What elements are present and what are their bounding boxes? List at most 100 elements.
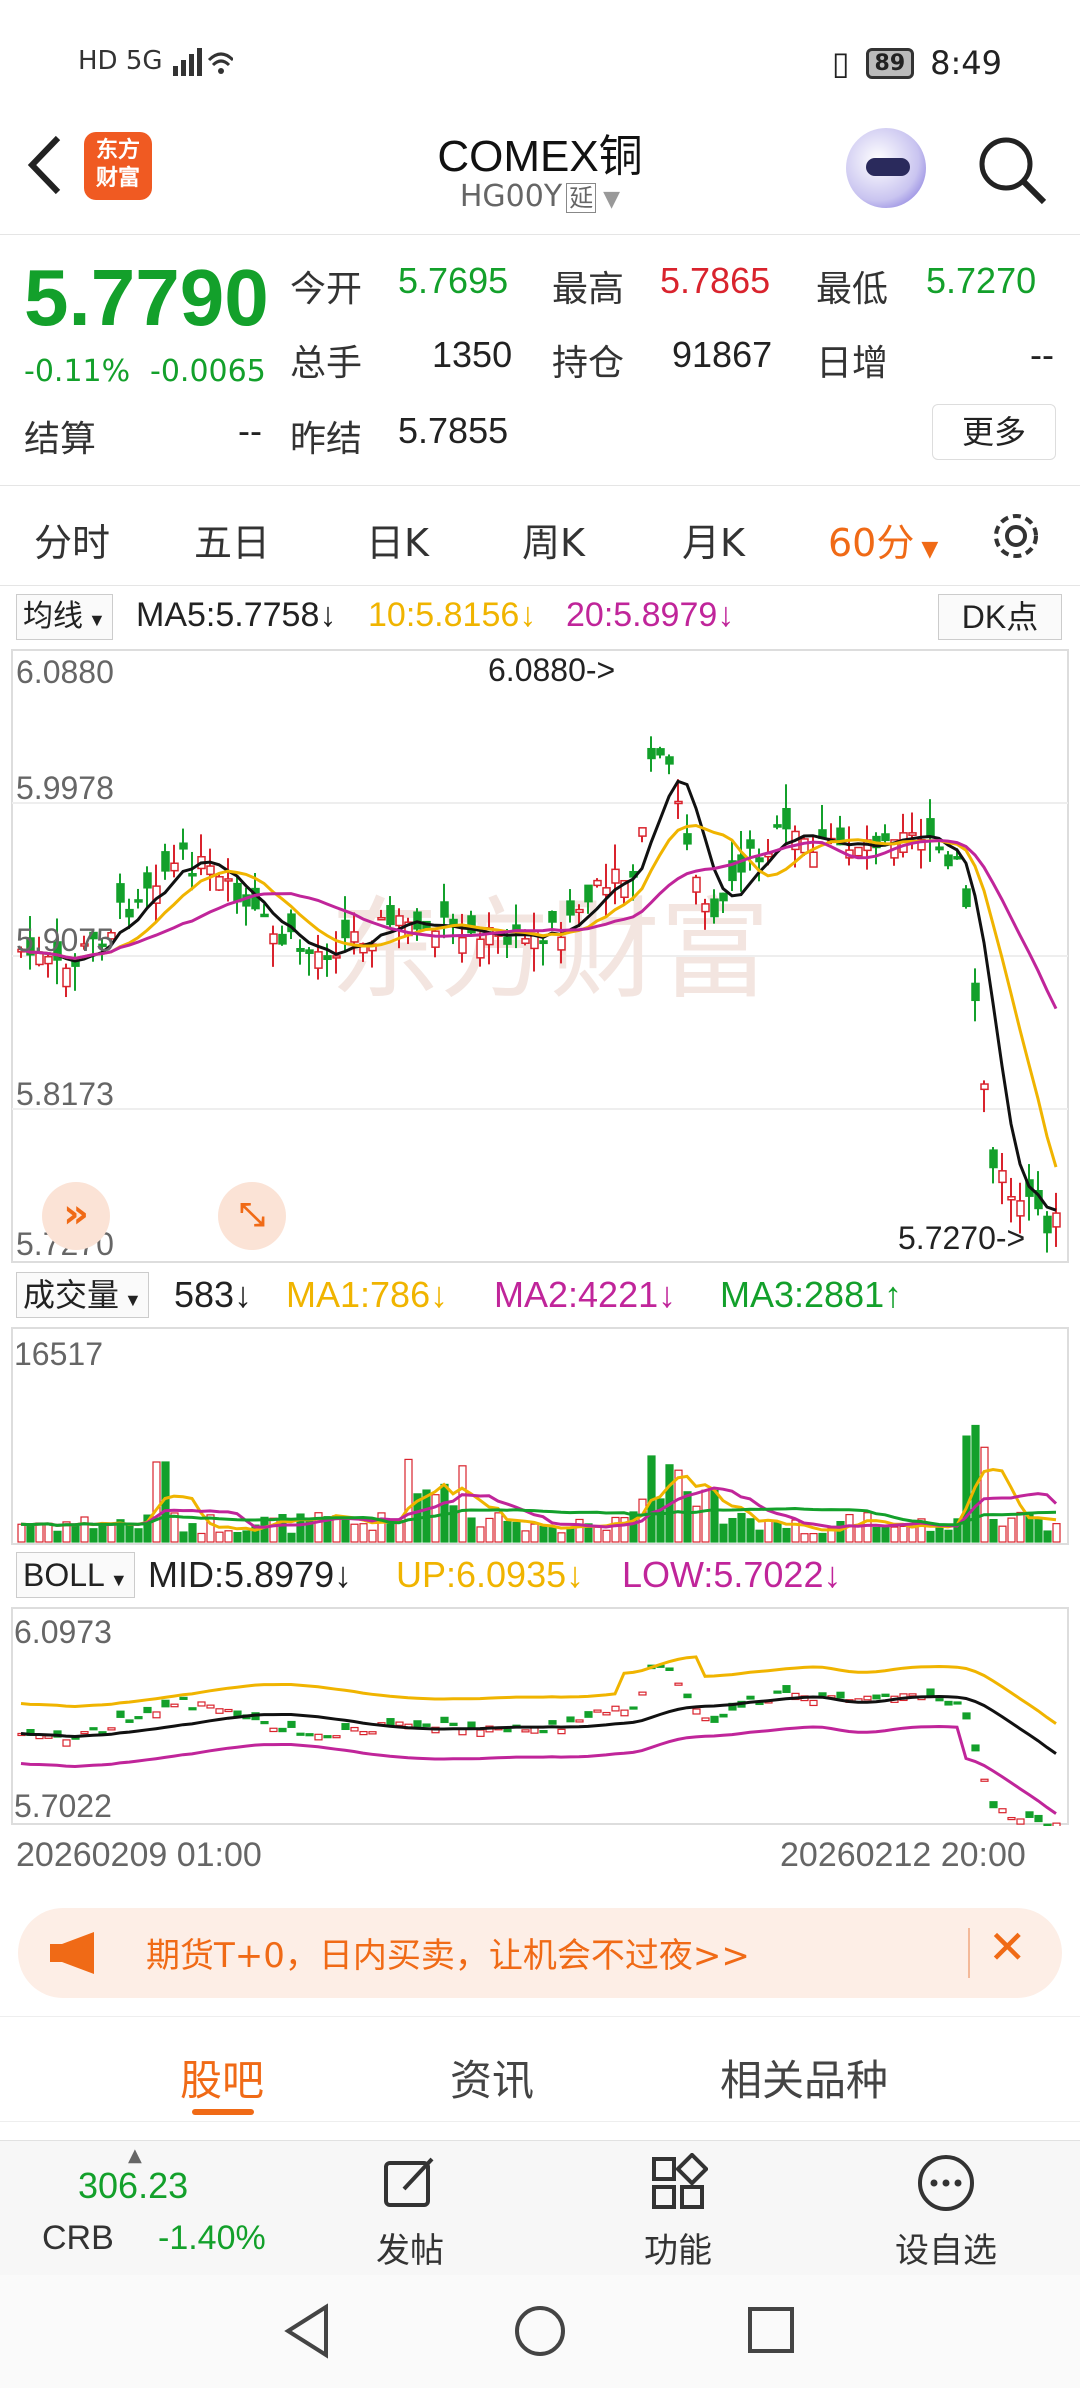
volume-bar — [269, 1517, 278, 1543]
functions-button[interactable]: 功能 — [608, 2152, 748, 2272]
boll-candle — [287, 1720, 296, 1728]
volume-bar — [908, 1526, 917, 1543]
candlestick-chart[interactable]: 东方财富 — [0, 648, 1080, 1264]
volume-bar — [188, 1523, 197, 1543]
boll-candle — [980, 1778, 989, 1782]
boll-selector-button[interactable]: BOLL ▼ — [16, 1552, 135, 1598]
search-icon[interactable] — [972, 130, 1052, 210]
tab-monthly-k[interactable]: 月K — [682, 512, 745, 567]
boll-candle — [584, 1711, 593, 1718]
volume-bar — [152, 1461, 161, 1543]
candle-body — [341, 919, 350, 939]
volume-bar — [818, 1532, 827, 1543]
tab-forum[interactable]: 股吧 — [180, 2047, 264, 2108]
crb-percent[interactable]: -1.40% — [158, 2219, 266, 2258]
tab-weekly-k[interactable]: 周K — [522, 512, 585, 567]
crb-name[interactable]: CRB — [42, 2219, 114, 2258]
candle-body — [134, 899, 143, 903]
boll-candle — [953, 1701, 962, 1705]
volume-bar — [530, 1523, 539, 1543]
volume-bar — [1016, 1511, 1025, 1543]
high-marker: 6.0880-> — [488, 652, 616, 688]
volume-bar — [746, 1518, 755, 1543]
volume-bar — [80, 1516, 89, 1543]
system-navigation-bar — [0, 2275, 1080, 2388]
volume-bar — [548, 1525, 557, 1543]
tab-related[interactable]: 相关品种 — [720, 2047, 888, 2108]
nav-back-icon[interactable] — [282, 2303, 332, 2359]
ma10-value: 10:5.8156↓ — [368, 596, 537, 634]
candle-body — [710, 898, 719, 918]
tab-60min-label: 60分 — [828, 521, 915, 565]
ma-selector-button[interactable]: 均线 ▼ — [16, 594, 113, 640]
boll-candle — [719, 1713, 728, 1718]
volume-bar — [701, 1489, 710, 1543]
boll-candle — [179, 1696, 188, 1700]
prev-settle-label: 昨结 — [290, 419, 363, 460]
candle-body — [584, 884, 593, 903]
volume-ma3: MA3:2881↑ — [720, 1274, 903, 1315]
boll-candle — [458, 1728, 467, 1736]
fullscreen-icon[interactable]: ⤡ — [218, 1182, 286, 1250]
app-logo[interactable]: 东方 财富 — [84, 132, 152, 200]
functions-label: 功能 — [644, 2231, 712, 2271]
tab-five-day[interactable]: 五日 — [194, 512, 270, 567]
delay-tag: 延 — [566, 183, 597, 213]
status-bar: HD 5G ▯ 89 8:49 — [0, 0, 1080, 120]
volume-selector-button[interactable]: 成交量 ▼ — [16, 1272, 149, 1318]
volume-bar — [575, 1518, 584, 1543]
more-button[interactable]: 更多 — [932, 404, 1056, 460]
day-inc-value: -- — [1030, 334, 1054, 375]
tab-daily-k[interactable]: 日K — [366, 512, 429, 567]
ma20-value: 20:5.8979↓ — [566, 596, 735, 634]
megaphone-icon — [50, 1932, 94, 1974]
tab-intraday[interactable]: 分时 — [34, 512, 110, 567]
boll-candle — [1052, 1822, 1061, 1826]
promo-banner[interactable]: 期货T+0，日内买卖，让机会不过夜>> ✕ — [18, 1908, 1062, 1998]
add-watchlist-button[interactable]: 设自选 — [876, 2153, 1016, 2272]
content-tabs: 股吧 资讯 相关品种 — [0, 2016, 1080, 2122]
post-button[interactable]: 发帖 — [340, 2153, 480, 2272]
boll-candle — [107, 1727, 116, 1731]
back-arrow-icon[interactable] — [20, 130, 70, 200]
volume-bar — [683, 1491, 692, 1543]
low-value: 5.7270 — [926, 260, 1037, 301]
boll-candle — [449, 1722, 458, 1727]
contract-selector[interactable]: HG00Y 延 ▼ — [340, 178, 740, 214]
dk-point-button[interactable]: DK点 — [938, 594, 1062, 640]
period-tabs: 分时 五日 日K 周K 月K 60分 ▼ — [0, 486, 1080, 586]
volume-bar — [476, 1526, 485, 1543]
nav-home-icon[interactable] — [512, 2303, 568, 2359]
volume-bar — [431, 1494, 440, 1543]
volume-bar — [926, 1530, 935, 1543]
candle-body — [737, 854, 746, 873]
candle-body — [557, 936, 566, 951]
volume-bar — [467, 1517, 476, 1543]
assistant-robot-icon[interactable] — [846, 128, 926, 208]
volume-bar — [494, 1512, 503, 1543]
volume-chart[interactable] — [0, 1326, 1080, 1546]
volume-bar — [962, 1435, 971, 1543]
candle-body — [656, 748, 665, 756]
y-axis-label-3: 5.9075 — [16, 922, 114, 958]
boll-candle — [80, 1731, 89, 1735]
nav-recents-icon[interactable] — [746, 2305, 796, 2355]
volume-bar — [224, 1530, 233, 1543]
candle-body — [170, 862, 179, 872]
boll-candle — [773, 1690, 782, 1694]
volume-bar — [485, 1517, 494, 1543]
gear-icon[interactable] — [988, 508, 1044, 564]
tab-news[interactable]: 资讯 — [450, 2047, 534, 2108]
logo-text-2: 财富 — [95, 166, 140, 191]
tab-60min[interactable]: 60分 ▼ — [828, 512, 938, 567]
boll-chart[interactable] — [0, 1606, 1080, 1826]
crb-value[interactable]: 306.23 — [78, 2165, 188, 2207]
boll-candle — [971, 1744, 980, 1752]
expand-sidebar-icon[interactable]: » — [42, 1182, 110, 1250]
candle-body — [512, 924, 521, 931]
volume-bar — [134, 1528, 143, 1543]
close-icon[interactable]: ✕ — [988, 1920, 1027, 1974]
candle-body — [755, 857, 764, 863]
watchlist-label: 设自选 — [895, 2231, 997, 2271]
boll-candle — [701, 1717, 710, 1722]
